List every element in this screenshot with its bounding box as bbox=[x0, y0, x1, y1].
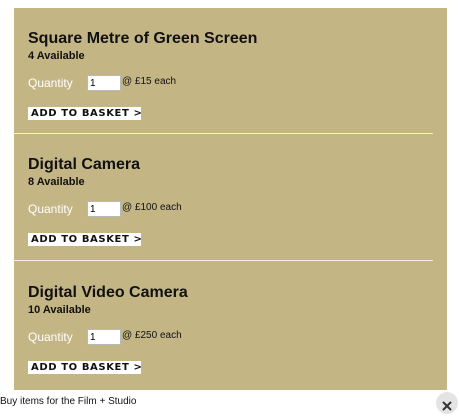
product-title: Digital Camera bbox=[28, 156, 141, 173]
unit-price: @ £250 each bbox=[122, 330, 182, 341]
product-availability: 8 Available bbox=[28, 176, 85, 188]
product-availability: 4 Available bbox=[28, 50, 85, 62]
quantity-label: Quantity bbox=[28, 76, 73, 90]
dialog-title: Buy items for the Film + Studio bbox=[0, 396, 137, 407]
add-to-basket-button[interactable]: ADD TO BASKET > bbox=[28, 233, 142, 246]
product-title: Digital Video Camera bbox=[28, 284, 188, 301]
divider bbox=[14, 260, 433, 261]
add-to-basket-button[interactable]: ADD TO BASKET > bbox=[28, 361, 142, 374]
unit-price: @ £15 each bbox=[122, 76, 177, 87]
quantity-input[interactable] bbox=[87, 75, 121, 91]
dialog-footer: Buy items for the Film + Studio bbox=[0, 390, 459, 417]
unit-price: @ £100 each bbox=[122, 202, 182, 213]
add-to-basket-button[interactable]: ADD TO BASKET > bbox=[28, 107, 142, 120]
quantity-label: Quantity bbox=[28, 202, 73, 216]
product-title: Square Metre of Green Screen bbox=[28, 30, 258, 47]
divider bbox=[14, 133, 433, 134]
quantity-label: Quantity bbox=[28, 330, 73, 344]
close-button[interactable] bbox=[436, 392, 458, 414]
quantity-input[interactable] bbox=[87, 201, 121, 217]
product-panel: Square Metre of Green Screen 4 Available… bbox=[14, 8, 447, 390]
product-availability: 10 Available bbox=[28, 304, 91, 316]
quantity-input[interactable] bbox=[87, 329, 121, 345]
close-icon bbox=[442, 401, 452, 411]
